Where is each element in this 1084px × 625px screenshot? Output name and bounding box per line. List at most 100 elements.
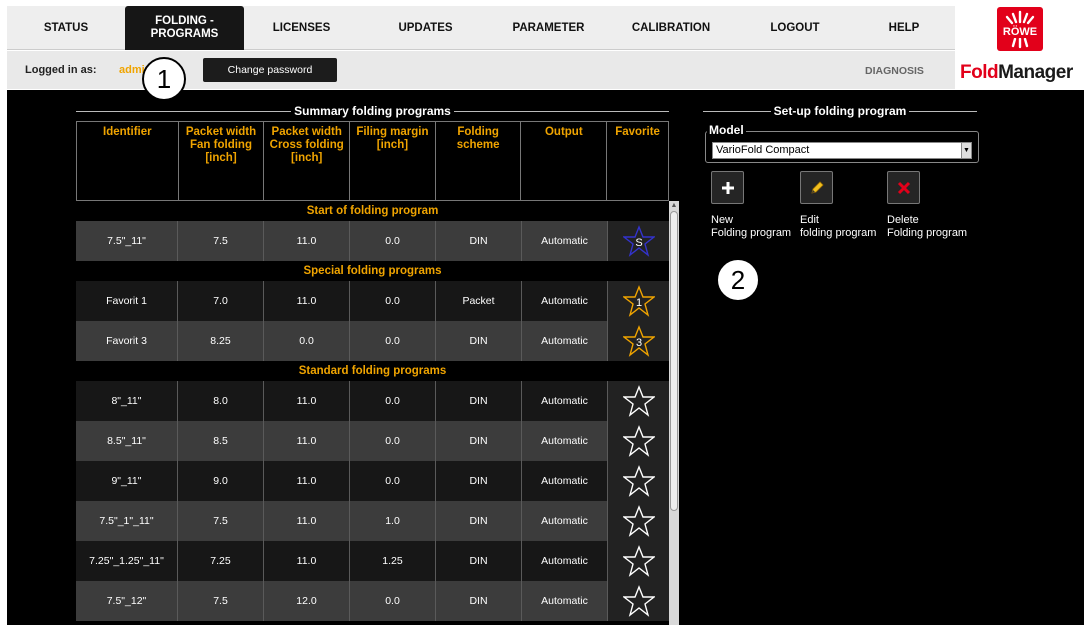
model-select[interactable]: VarioFold Compact ▼ (712, 142, 972, 159)
cell-scheme: DIN (436, 421, 522, 461)
nav-item-1[interactable]: FOLDING - PROGRAMS (125, 6, 244, 50)
cell-id: 7.5"_11" (76, 221, 178, 261)
column-header[interactable]: Output (521, 122, 608, 200)
edit-program-label: Edit folding program (800, 214, 877, 239)
cell-id: 8"_11" (76, 381, 178, 421)
setup-section-title: Set-up folding program (703, 103, 977, 119)
cell-margin: 0.0 (350, 321, 436, 361)
cell-scheme: Packet (436, 281, 522, 321)
cell-fan: 9.0 (178, 461, 264, 501)
cell-output: Automatic (522, 321, 608, 361)
cell-fan: 7.0 (178, 281, 264, 321)
rowe-logo-text: RÖWE (1002, 26, 1038, 38)
delete-x-icon (897, 181, 910, 194)
cell-scheme: DIN (436, 321, 522, 361)
column-header[interactable]: Folding scheme (436, 122, 522, 200)
cell-margin: 0.0 (350, 461, 436, 501)
favorite-star-icon[interactable]: 3 (608, 321, 669, 361)
cell-fan: 7.5 (178, 501, 264, 541)
nav-item-7[interactable]: HELP (853, 6, 955, 50)
cell-margin: 1.25 (350, 541, 436, 581)
table-row[interactable]: 7.5"_12" 7.5 12.0 0.0 DIN Automatic (76, 581, 669, 621)
edit-program-button[interactable] (800, 171, 833, 204)
column-header[interactable]: Packet width Fan folding [inch] (179, 122, 265, 200)
cell-cross: 11.0 (264, 221, 350, 261)
favorite-star-icon[interactable] (608, 461, 669, 501)
favorite-star-icon[interactable] (608, 581, 669, 621)
diagnosis-link[interactable]: DIAGNOSIS (865, 65, 924, 77)
cell-cross: 11.0 (264, 281, 350, 321)
nav-item-3[interactable]: UPDATES (359, 6, 492, 50)
cell-cross: 11.0 (264, 421, 350, 461)
scroll-thumb[interactable] (670, 211, 678, 511)
cell-fan: 7.25 (178, 541, 264, 581)
cell-scheme: DIN (436, 501, 522, 541)
nav-item-4[interactable]: PARAMETER (492, 6, 605, 50)
folding-programs-table: Identifier Packet width Fan folding [inch… (76, 121, 669, 625)
delete-program-button[interactable] (887, 171, 920, 204)
cell-margin: 0.0 (350, 421, 436, 461)
favorite-star-icon[interactable] (608, 541, 669, 581)
cell-fan: 8.25 (178, 321, 264, 361)
cell-fan: 7.5 (178, 221, 264, 261)
favorite-star-icon[interactable] (608, 501, 669, 541)
svg-text:3: 3 (635, 337, 641, 349)
cell-output: Automatic (522, 221, 608, 261)
callout-2: 2 (716, 258, 760, 302)
nav-item-0[interactable]: STATUS (7, 6, 125, 50)
cell-output: Automatic (522, 421, 608, 461)
column-header[interactable]: Favorite (607, 122, 668, 200)
cell-fan: 8.0 (178, 381, 264, 421)
nav-item-2[interactable]: LICENSES (244, 6, 359, 50)
table-row[interactable]: Favorit 3 8.25 0.0 0.0 DIN Automatic 3 (76, 321, 669, 361)
table-row[interactable]: Favorit 1 7.0 11.0 0.0 Packet Automatic 1 (76, 281, 669, 321)
cell-id: 7.25"_1.25"_11" (76, 541, 178, 581)
cell-scheme: DIN (436, 541, 522, 581)
cell-fan: 8.5 (178, 421, 264, 461)
table-row[interactable]: 7.25"_1.25"_11" 7.25 11.0 1.25 DIN Automatic (76, 541, 669, 581)
cell-margin: 0.0 (350, 381, 436, 421)
cell-margin: 0.0 (350, 221, 436, 261)
nav-item-6[interactable]: LOGOUT (737, 6, 853, 50)
summary-title: Summary folding programs (294, 104, 451, 118)
favorite-star-icon[interactable]: S (608, 221, 669, 261)
table-row[interactable]: 8"_11" 8.0 11.0 0.0 DIN Automatic (76, 381, 669, 421)
cell-id: Favorit 1 (76, 281, 178, 321)
delete-program-label: Delete Folding program (887, 214, 968, 239)
cell-id: 7.5"_1"_11" (76, 501, 178, 541)
cell-id: 9"_11" (76, 461, 178, 501)
new-program-button[interactable] (711, 171, 744, 204)
plus-icon (721, 181, 734, 194)
favorite-star-icon[interactable] (608, 381, 669, 421)
cell-scheme: DIN (436, 461, 522, 501)
change-password-button[interactable]: Change password (203, 58, 337, 82)
table-row[interactable]: 9"_11" 9.0 11.0 0.0 DIN Automatic (76, 461, 669, 501)
model-label: Model (707, 123, 746, 137)
main-nav: STATUS FOLDING - PROGRAMS LICENSES UPDATES P… (7, 6, 955, 50)
logged-in-label: Logged in as: (25, 64, 97, 76)
group-header: Standard folding programs (76, 361, 669, 381)
column-header[interactable]: Filing margin [inch] (350, 122, 436, 200)
rowe-rays-icon (1005, 10, 1035, 25)
setup-title: Set-up folding program (773, 104, 907, 118)
group-header: Start of folding program (76, 201, 669, 221)
favorite-star-icon[interactable] (608, 421, 669, 461)
cell-output: Automatic (522, 381, 608, 421)
table-scrollbar[interactable]: ▲ (669, 201, 679, 625)
column-header[interactable]: Identifier (77, 122, 179, 200)
table-row[interactable]: 7.5"_11" 7.5 11.0 0.0 DIN Automatic S (76, 221, 669, 261)
nav-item-5[interactable]: CALIBRATION (605, 6, 737, 50)
cell-cross: 11.0 (264, 461, 350, 501)
callout-1: 1 (142, 57, 186, 101)
table-row[interactable]: 8.5"_11" 8.5 11.0 0.0 DIN Automatic (76, 421, 669, 461)
foldmanager-logo: FoldManager (960, 62, 1073, 83)
chevron-down-icon[interactable]: ▼ (961, 143, 971, 158)
favorite-star-icon[interactable]: 1 (608, 281, 669, 321)
table-row[interactable]: 7.5"_1"_11" 7.5 11.0 1.0 DIN Automatic (76, 501, 669, 541)
column-header[interactable]: Packet width Cross folding [inch] (264, 122, 351, 200)
cell-cross: 12.0 (264, 581, 350, 621)
scroll-up-icon[interactable]: ▲ (670, 201, 678, 210)
svg-text:1: 1 (635, 297, 641, 309)
model-select-value: VarioFold Compact (716, 144, 810, 156)
cell-margin: 0.0 (350, 281, 436, 321)
